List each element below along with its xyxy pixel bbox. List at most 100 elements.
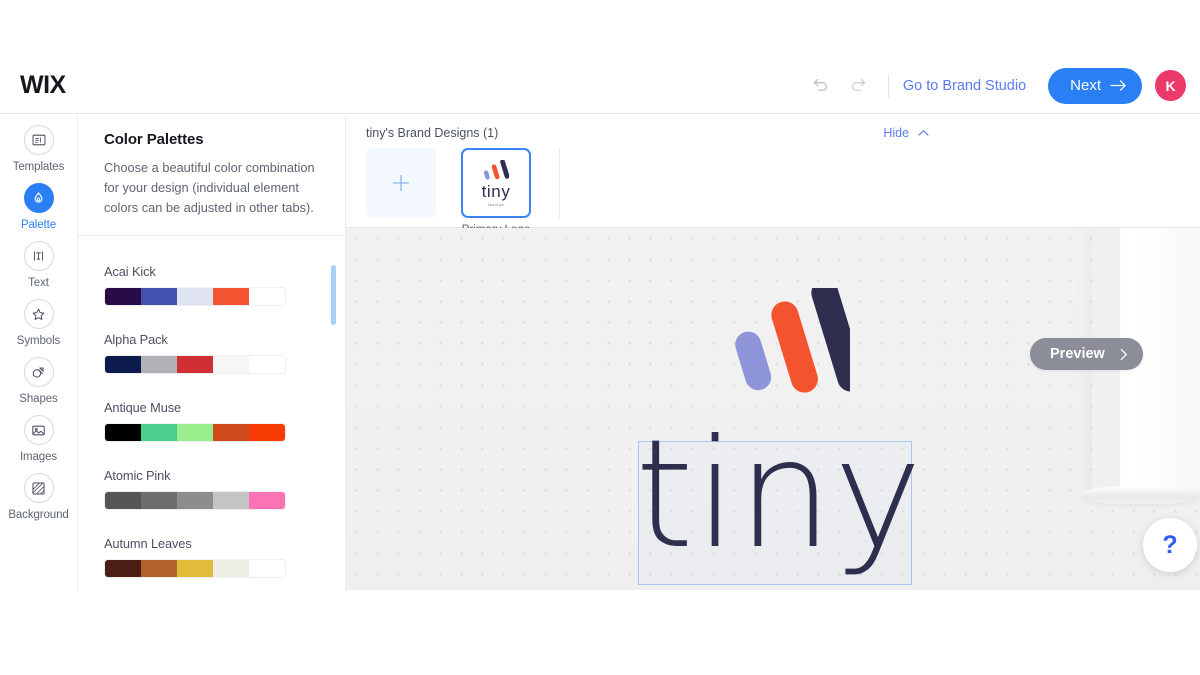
swatch[interactable] bbox=[105, 560, 141, 578]
swatch[interactable] bbox=[177, 492, 213, 510]
palette-swatches[interactable] bbox=[104, 287, 286, 307]
templates-icon-wrap bbox=[23, 125, 54, 155]
swatch[interactable] bbox=[249, 560, 285, 578]
brand-designs-row: tiny fashion Primary Logo bbox=[366, 148, 1178, 236]
background-icon-wrap bbox=[23, 473, 54, 503]
sidebar-label-templates: Templates bbox=[12, 161, 65, 173]
sidebar-label-symbols: Symbols bbox=[16, 335, 61, 347]
user-avatar[interactable]: K bbox=[1155, 70, 1186, 101]
swatch[interactable] bbox=[177, 356, 213, 374]
palette-option[interactable]: Autumn Leaves bbox=[78, 536, 345, 579]
panel-scrollbar-thumb[interactable] bbox=[331, 265, 336, 325]
logo-wordmark-text: tiny bbox=[635, 408, 924, 582]
swatch[interactable] bbox=[177, 288, 213, 306]
header-actions: Go to Brand Studio Next K bbox=[802, 67, 1186, 105]
color-palettes-panel: Color Palettes Choose a beautiful color … bbox=[78, 115, 346, 590]
brand-designs-header: tiny's Brand Designs (1) Hide bbox=[366, 126, 1178, 140]
swatch[interactable] bbox=[177, 424, 213, 442]
swatch[interactable] bbox=[141, 492, 177, 510]
sidebar-item-symbols[interactable]: Symbols bbox=[0, 299, 77, 347]
sidebar-label-text: Text bbox=[28, 277, 49, 289]
left-tool-rail: Templates Palette Text Symbols Shapes Im… bbox=[0, 115, 78, 590]
wix-logo[interactable]: WIX bbox=[20, 71, 66, 100]
design-thumbnail[interactable]: tiny fashion bbox=[461, 148, 531, 218]
add-design-button[interactable] bbox=[366, 148, 436, 218]
text-icon-wrap bbox=[23, 241, 54, 271]
help-button[interactable]: ? bbox=[1143, 518, 1197, 572]
brand-designs-title: tiny's Brand Designs (1) bbox=[366, 126, 499, 140]
swatch[interactable] bbox=[213, 288, 249, 306]
palette-swatches[interactable] bbox=[104, 491, 286, 511]
undo-button[interactable] bbox=[802, 67, 840, 105]
app-header: WIX Go to Brand Studio Next K bbox=[0, 58, 1200, 114]
image-icon-wrap bbox=[23, 415, 54, 445]
next-button[interactable]: Next bbox=[1048, 67, 1142, 104]
swatch[interactable] bbox=[249, 492, 285, 510]
swatch[interactable] bbox=[249, 424, 285, 442]
sidebar-item-text[interactable]: Text bbox=[0, 241, 77, 289]
palette-swatches[interactable] bbox=[104, 559, 286, 579]
swatch[interactable] bbox=[141, 356, 177, 374]
brand-designs-strip: tiny's Brand Designs (1) Hide tiny fashi… bbox=[346, 115, 1200, 236]
swatch[interactable] bbox=[105, 424, 141, 442]
star-icon-wrap bbox=[23, 299, 54, 329]
swatch[interactable] bbox=[213, 356, 249, 374]
designs-strip-divider bbox=[559, 148, 560, 218]
palette-option[interactable]: Antique Muse bbox=[78, 400, 345, 443]
templates-icon bbox=[32, 134, 45, 146]
palette-option[interactable]: Alpha Pack bbox=[78, 332, 345, 375]
star-icon bbox=[32, 308, 45, 320]
preview-button-label: Preview bbox=[1050, 346, 1105, 362]
palette-option[interactable]: Acai Kick bbox=[78, 264, 345, 307]
hide-toggle[interactable]: Hide bbox=[883, 126, 929, 140]
palette-name: Acai Kick bbox=[104, 264, 156, 280]
swatch[interactable] bbox=[177, 560, 213, 578]
sidebar-item-background[interactable]: Background bbox=[0, 473, 77, 521]
swatch[interactable] bbox=[105, 356, 141, 374]
design-thumbnail-word: tiny bbox=[481, 181, 511, 201]
swatch[interactable] bbox=[141, 288, 177, 306]
sidebar-item-shapes[interactable]: Shapes bbox=[0, 357, 77, 405]
swatch[interactable] bbox=[213, 424, 249, 442]
preview-button[interactable]: Preview bbox=[1030, 338, 1143, 370]
next-button-label: Next bbox=[1070, 77, 1101, 94]
swatch[interactable] bbox=[249, 356, 285, 374]
image-icon bbox=[32, 425, 45, 435]
palette-option[interactable]: Atomic Pink bbox=[78, 468, 345, 511]
top-whitespace-band bbox=[0, 0, 1200, 58]
swatch[interactable] bbox=[105, 492, 141, 510]
shapes-icon-wrap bbox=[23, 357, 54, 387]
design-card-primary-logo[interactable]: tiny fashion Primary Logo bbox=[461, 148, 531, 236]
design-thumbnail-subtitle: fashion bbox=[487, 202, 505, 207]
palette-name: Autumn Leaves bbox=[104, 536, 192, 552]
sidebar-item-templates[interactable]: Templates bbox=[0, 125, 77, 173]
swatch[interactable] bbox=[105, 288, 141, 306]
swatch[interactable] bbox=[213, 560, 249, 578]
palette-list[interactable]: Acai Kick Alpha Pack Antique Muse Atomic… bbox=[78, 236, 345, 590]
logo-mark[interactable] bbox=[718, 279, 865, 398]
arrow-right-icon bbox=[1110, 80, 1126, 91]
swatch[interactable] bbox=[141, 560, 177, 578]
sidebar-label-images: Images bbox=[19, 451, 58, 463]
plus-icon bbox=[392, 174, 410, 192]
shapes-icon bbox=[32, 366, 44, 378]
swatch[interactable] bbox=[249, 288, 285, 306]
panel-header: Color Palettes Choose a beautiful color … bbox=[78, 115, 345, 237]
swatch[interactable] bbox=[141, 424, 177, 442]
bottom-whitespace-band bbox=[0, 590, 1200, 675]
sidebar-item-images[interactable]: Images bbox=[0, 415, 77, 463]
palette-name: Alpha Pack bbox=[104, 332, 168, 348]
swatch[interactable] bbox=[213, 492, 249, 510]
logo-wordmark-selection[interactable]: tiny bbox=[635, 420, 922, 585]
palette-swatches[interactable] bbox=[104, 355, 286, 375]
sidebar-item-palette[interactable]: Palette bbox=[0, 183, 77, 231]
panel-title: Color Palettes bbox=[104, 131, 204, 148]
palette-swatches[interactable] bbox=[104, 423, 286, 443]
go-to-brand-studio-link[interactable]: Go to Brand Studio bbox=[903, 78, 1026, 94]
redo-button[interactable] bbox=[840, 67, 878, 105]
text-icon bbox=[33, 251, 44, 261]
canvas-shelf-object bbox=[1080, 486, 1200, 504]
logo-canvas[interactable]: tiny Preview ? bbox=[346, 228, 1200, 590]
chevron-up-icon bbox=[918, 130, 929, 136]
palette-name: Antique Muse bbox=[104, 400, 182, 416]
